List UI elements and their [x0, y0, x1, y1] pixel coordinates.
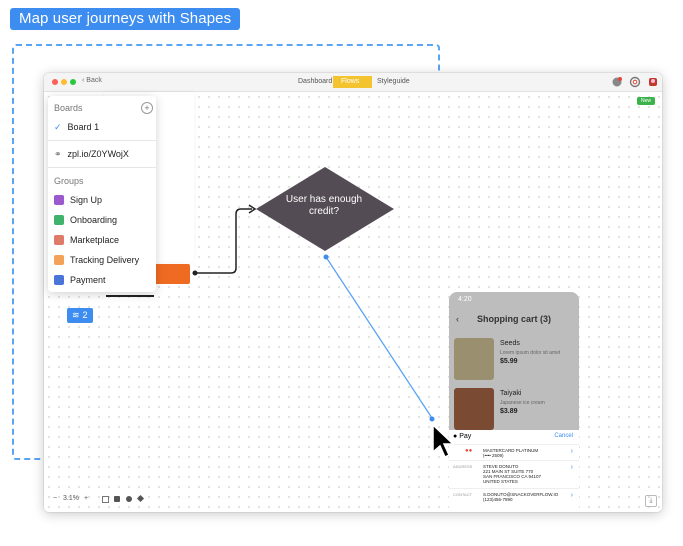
chevron-right-icon: ›	[570, 448, 573, 455]
product-price: $5.99	[500, 358, 518, 365]
product-price: $3.89	[500, 408, 518, 415]
share-link[interactable]: ⚭ zpl.io/Z0YWojX	[54, 149, 129, 160]
mouse-pointer-icon	[432, 424, 454, 459]
connector-handle-end[interactable]	[429, 416, 435, 422]
contact-row[interactable]: CONTACT S.DONUTO@SNACKOVERFLOW.IO (123)4…	[449, 488, 579, 503]
boards-title: Boards	[54, 103, 83, 113]
link-icon: ⚭	[54, 149, 62, 159]
color-swatch	[54, 234, 64, 245]
drawing-connector	[325, 256, 433, 419]
product-image	[454, 338, 494, 380]
color-swatch	[54, 254, 64, 265]
phone-time: 4:20	[458, 296, 472, 303]
screen-tool-icon[interactable]	[102, 496, 109, 503]
product-name: Seeds	[500, 340, 520, 347]
check-icon: ✓	[54, 122, 62, 132]
decision-label: User has enough credit?	[285, 194, 363, 217]
address-row[interactable]: ADDRESS STEVE DONUTO 221 MAIN ST SUITE 7…	[449, 460, 579, 487]
product-image	[454, 388, 494, 430]
connector-handle[interactable]	[192, 270, 198, 276]
list-item: Taiyaki Japanese ice cream $3.89	[454, 388, 574, 436]
add-board-button[interactable]: +	[141, 102, 153, 114]
cancel-button[interactable]: Cancel	[554, 433, 573, 439]
download-icon[interactable]: ⤓	[645, 495, 657, 507]
group-item-sign-up[interactable]: Sign Up	[54, 194, 102, 206]
ellipse-tool-icon[interactable]	[126, 496, 132, 502]
zoom-in-button[interactable]: +	[81, 493, 91, 505]
zoom-out-button[interactable]: −	[50, 493, 60, 505]
layers-icon: ≋	[72, 310, 80, 320]
divider	[48, 140, 156, 141]
apple-pay-logo: ● Pay	[453, 433, 472, 440]
plus-icon: +	[144, 103, 150, 113]
color-swatch	[54, 194, 64, 205]
layers-badge[interactable]: ≋ 2	[67, 308, 93, 323]
board-item[interactable]: ✓ Board 1	[54, 122, 99, 133]
group-item-onboarding[interactable]: Onboarding	[54, 214, 117, 226]
group-item-tracking-delivery[interactable]: Tracking Delivery	[54, 254, 139, 266]
group-item-payment[interactable]: Payment	[54, 274, 106, 286]
product-name: Taiyaki	[500, 390, 522, 397]
connector-arrow	[195, 208, 252, 274]
product-desc: Lorem ipsum dolor sit amet	[500, 350, 561, 356]
card-icon: ●●	[465, 448, 473, 454]
chevron-right-icon: ›	[570, 464, 573, 471]
divider	[48, 167, 156, 168]
product-desc: Japanese ice cream	[500, 400, 545, 406]
rectangle-tool-icon[interactable]	[114, 496, 120, 502]
list-item: Seeds Lorem ipsum dolor sit amet $5.99	[454, 338, 574, 386]
color-swatch	[54, 214, 64, 225]
phone-screen[interactable]: 4:20 ‹ Shopping cart (3) Seeds Lorem ips…	[449, 292, 579, 512]
payment-card-row[interactable]: ●● MASTERCARD PLATINUM (•••• 2509) ›	[449, 444, 579, 459]
zoom-level: 3.1%	[63, 495, 79, 502]
apple-pay-sheet: ● Pay Cancel ●● MASTERCARD PLATINUM (•••…	[449, 430, 579, 512]
chevron-right-icon: ›	[570, 492, 573, 499]
groups-title: Groups	[54, 176, 84, 186]
cart-title: Shopping cart (3)	[477, 314, 551, 324]
group-item-marketplace[interactable]: Marketplace	[54, 234, 119, 246]
color-swatch	[54, 274, 64, 285]
boards-panel: Boards + ✓ Board 1 ⚭ zpl.io/Z0YWojX Groups…	[48, 96, 156, 292]
connector-handle-start[interactable]	[323, 254, 329, 260]
